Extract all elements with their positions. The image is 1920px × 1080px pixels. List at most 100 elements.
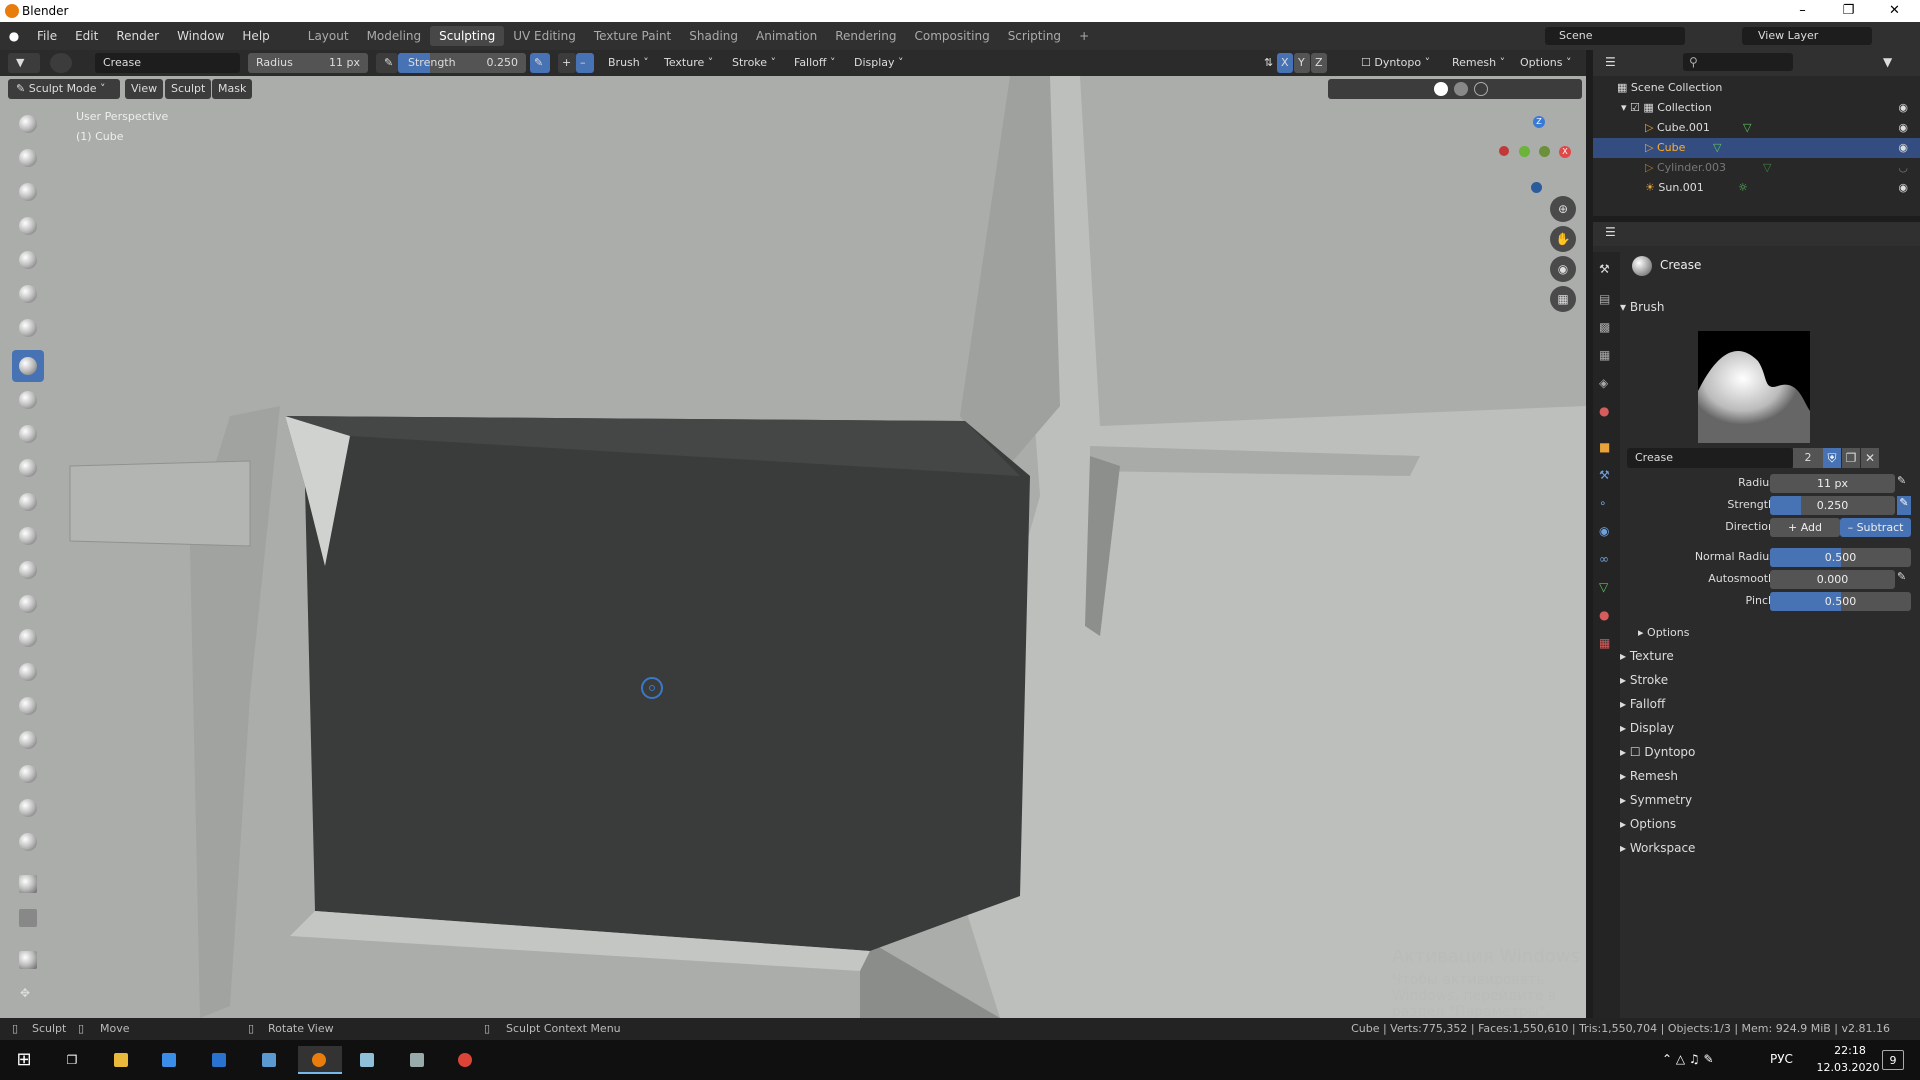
eye-icon[interactable]: ◉ <box>1898 138 1908 158</box>
modifier-tab-icon[interactable]: ⚒ <box>1599 468 1610 482</box>
minimize-button[interactable]: – <box>1780 0 1825 22</box>
strength-field[interactable]: Strength 0.250 <box>398 53 526 73</box>
tool-grab[interactable] <box>12 554 44 586</box>
panel-symmetry[interactable]: ▸ Symmetry <box>1620 789 1692 811</box>
strength-pressure-icon[interactable]: ✎ <box>1897 496 1911 515</box>
restore-button[interactable]: ❐ <box>1826 0 1871 22</box>
tab-layout[interactable]: Layout <box>299 26 358 46</box>
radius-pressure-icon[interactable]: ✎ <box>1897 474 1911 493</box>
options-dropdown[interactable]: Options ˅ <box>1514 53 1577 73</box>
panel-stroke[interactable]: ▸ Stroke <box>1620 669 1668 691</box>
outliner-item-collection[interactable]: ▾ ☑ ▦ Collection ◉ <box>1593 98 1920 118</box>
output-tab-icon[interactable]: ▩ <box>1599 320 1610 334</box>
navigation-gizmo[interactable]: Z X <box>1495 110 1575 200</box>
windows-start-icon[interactable]: ⊞ <box>8 1046 40 1074</box>
tool-smooth[interactable] <box>12 384 44 416</box>
stroke-dropdown[interactable]: Stroke ˅ <box>726 53 782 73</box>
material-tab-icon[interactable]: ● <box>1599 608 1609 622</box>
strength-prop-slider[interactable]: 0.250 <box>1770 496 1895 515</box>
store-icon[interactable] <box>154 1046 186 1074</box>
gizmo-z-axis[interactable]: Z <box>1533 116 1545 128</box>
panel-display[interactable]: ▸ Display <box>1620 717 1674 739</box>
radius-pressure-icon[interactable]: ✎ <box>376 53 398 73</box>
pan-hand-icon[interactable]: ✋ <box>1550 226 1576 252</box>
viewport-shading-controls[interactable] <box>1328 79 1582 99</box>
subtract-direction-icon[interactable]: – <box>576 53 594 73</box>
tray-icons[interactable]: ⌃ △ ♫ ✎ <box>1662 1052 1714 1066</box>
tool-blob[interactable] <box>12 312 44 344</box>
texture-dropdown[interactable]: Texture ˅ <box>658 53 719 73</box>
tool-layer[interactable] <box>12 244 44 276</box>
tool-pinch[interactable] <box>12 520 44 552</box>
display-dropdown[interactable]: Display ˅ <box>848 53 910 73</box>
chrome-icon[interactable] <box>450 1046 482 1074</box>
tool-clay-strips[interactable] <box>12 210 44 242</box>
tab-uv-editing[interactable]: UV Editing <box>504 26 585 46</box>
tool-pose[interactable] <box>12 690 44 722</box>
editor-type-button[interactable]: ▼ <box>8 53 40 73</box>
tab-texture-paint[interactable]: Texture Paint <box>585 26 680 46</box>
solid-shading-icon[interactable] <box>1434 82 1448 96</box>
outliner-item-sun-001[interactable]: ☀ Sun.001 ☼ ◉ <box>1593 178 1920 198</box>
tab-scripting[interactable]: Scripting <box>999 26 1070 46</box>
outliner-search-input[interactable]: ⚲ <box>1683 53 1793 71</box>
menu-edit[interactable]: Edit <box>66 29 107 43</box>
eye-icon[interactable]: ◉ <box>1898 178 1908 198</box>
outliner-editor-icon[interactable]: ☰ <box>1605 55 1616 69</box>
clock-date[interactable]: 12.03.2020 <box>1808 1061 1888 1074</box>
axis-x-toggle[interactable]: X <box>1277 53 1293 73</box>
symmetry-icon[interactable]: ⇅ <box>1258 53 1276 73</box>
hidden-eye-icon[interactable]: ◡ <box>1898 158 1908 178</box>
tool-tab-icon[interactable]: ⚒ <box>1599 262 1610 276</box>
fake-user-shield-icon[interactable]: ⛨ <box>1823 448 1841 468</box>
tab-rendering[interactable]: Rendering <box>826 26 905 46</box>
scene-tab-icon[interactable]: ◈ <box>1599 376 1608 390</box>
grid-view-icon[interactable]: ▦ <box>1550 286 1576 312</box>
eye-icon[interactable]: ◉ <box>1898 98 1908 118</box>
camera-icon[interactable]: ◉ <box>1550 256 1576 282</box>
constraints-tab-icon[interactable]: ∞ <box>1599 552 1609 566</box>
outliner-item-cylinder-003[interactable]: ▷ Cylinder.003 ▽ ◡ <box>1593 158 1920 178</box>
menu-window[interactable]: Window <box>168 29 233 43</box>
menu-sculpt[interactable]: Sculpt <box>165 79 212 99</box>
normal-radius-slider[interactable]: 0.500 <box>1770 548 1911 567</box>
mail-icon[interactable] <box>204 1046 236 1074</box>
axis-y-toggle[interactable]: Y <box>1294 53 1310 73</box>
radius-field[interactable]: Radius 11 px <box>248 53 368 73</box>
tool-box-mask[interactable] <box>12 868 44 900</box>
panel-remesh[interactable]: ▸ Remesh <box>1620 765 1678 787</box>
tool-simplify[interactable] <box>12 792 44 824</box>
brush-name-input[interactable]: Crease <box>1627 448 1793 468</box>
tab-modeling[interactable]: Modeling <box>358 26 431 46</box>
menu-help[interactable]: Help <box>233 29 278 43</box>
notifications-icon[interactable]: 9 <box>1882 1050 1904 1070</box>
autosmooth-slider[interactable]: 0.000 <box>1770 570 1895 589</box>
radius-prop-field[interactable]: 11 px <box>1770 474 1895 493</box>
direction-subtract-button[interactable]: – Subtract <box>1840 518 1911 537</box>
task-view-icon[interactable]: ❐ <box>56 1046 88 1074</box>
menu-mask[interactable]: Mask <box>212 79 253 99</box>
physics-tab-icon[interactable]: ◉ <box>1599 524 1609 538</box>
rendered-shading-icon[interactable] <box>1474 82 1488 96</box>
axis-z-toggle[interactable]: Z <box>1311 53 1327 73</box>
duplicate-brush-icon[interactable]: ❐ <box>1842 448 1860 468</box>
view-layer-tab-icon[interactable]: ▦ <box>1599 348 1610 362</box>
panel-falloff[interactable]: ▸ Falloff <box>1620 693 1665 715</box>
tool-elastic-deform[interactable] <box>12 588 44 620</box>
autosmooth-pressure-icon[interactable]: ✎ <box>1897 570 1911 589</box>
tool-mask[interactable] <box>12 826 44 858</box>
gizmo-neg-z[interactable] <box>1531 182 1542 193</box>
gizmo-neg-y[interactable] <box>1539 146 1550 157</box>
object-tab-icon[interactable]: ■ <box>1599 440 1610 454</box>
app2-icon[interactable] <box>352 1046 384 1074</box>
unlink-brush-icon[interactable]: ✕ <box>1861 448 1879 468</box>
render-tab-icon[interactable]: ▤ <box>1599 292 1610 306</box>
world-tab-icon[interactable]: ● <box>1599 404 1609 418</box>
brush-icon[interactable] <box>50 53 72 73</box>
panel-brush[interactable]: ▾ Brush <box>1620 296 1664 318</box>
texture-tab-icon[interactable]: ▦ <box>1599 636 1610 650</box>
gizmo-y-axis[interactable] <box>1519 146 1530 157</box>
tool-flatten[interactable] <box>12 418 44 450</box>
mode-selector[interactable]: ✎ Sculpt Mode ˅ <box>8 79 120 99</box>
tool-rotate[interactable] <box>12 758 44 790</box>
